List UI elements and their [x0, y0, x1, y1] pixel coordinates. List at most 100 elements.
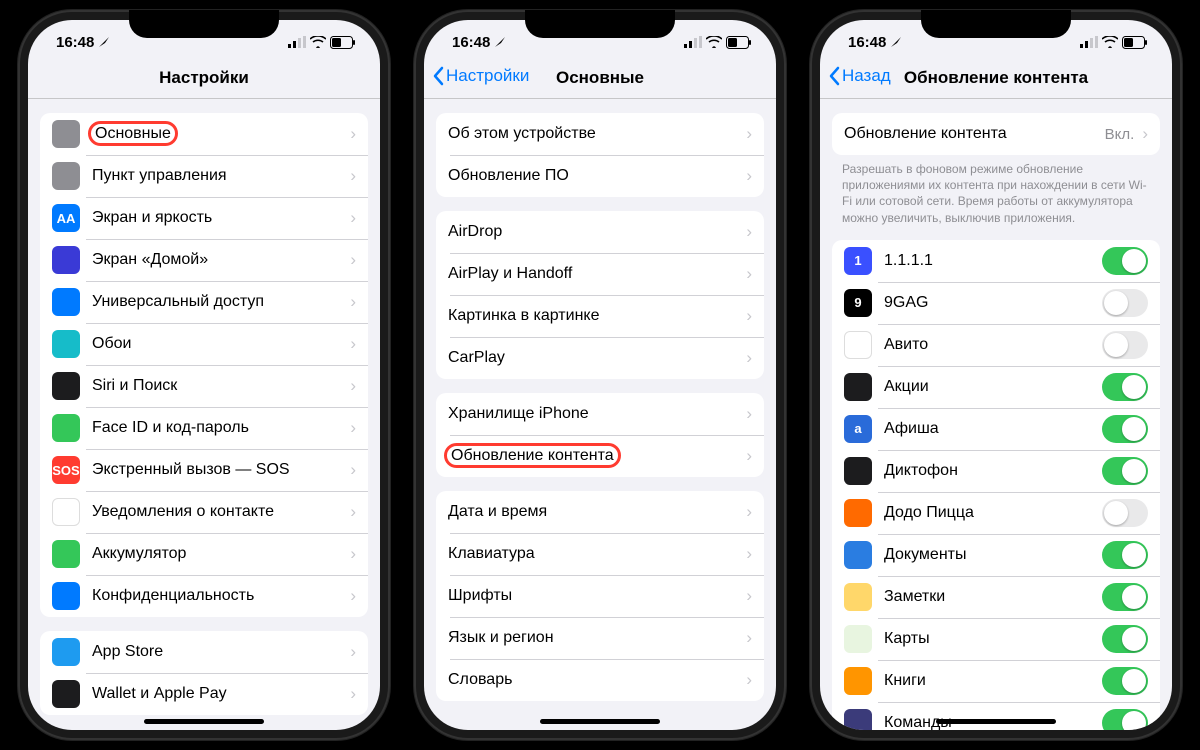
settings-row[interactable]: AAЭкран и яркость›	[40, 197, 368, 239]
app-icon	[52, 120, 80, 148]
settings-row[interactable]: Пункт управления›	[40, 155, 368, 197]
settings-row[interactable]: Обои›	[40, 323, 368, 365]
notch	[129, 10, 279, 38]
app-icon	[844, 541, 872, 569]
settings-row[interactable]: Аккумулятор›	[40, 533, 368, 575]
status-time: 16:48	[452, 34, 490, 51]
notch	[921, 10, 1071, 38]
settings-row[interactable]: AirDrop›	[436, 211, 764, 253]
app-toggle-row: Авито	[832, 324, 1160, 366]
settings-row[interactable]: Дата и время›	[436, 491, 764, 533]
toggle-switch[interactable]	[1102, 625, 1148, 653]
settings-row[interactable]: Язык и регион›	[436, 617, 764, 659]
home-indicator[interactable]	[540, 719, 660, 724]
settings-row[interactable]: Клавиатура›	[436, 533, 764, 575]
row-label: Язык и регион	[448, 629, 742, 647]
toggle-switch[interactable]	[1102, 667, 1148, 695]
chevron-left-icon	[828, 66, 840, 86]
app-icon: 1	[844, 247, 872, 275]
chevron-right-icon: ›	[746, 264, 752, 284]
row-value: Вкл.	[1105, 126, 1135, 143]
screen-settings: 16:48 Настройки Основные›Пункт управлени…	[28, 20, 380, 730]
screen-general: 16:48 Настройки Основные Об этом устройс…	[424, 20, 776, 730]
phone-frame-2: 16:48 Настройки Основные Об этом устройс…	[414, 10, 786, 740]
home-indicator[interactable]	[936, 719, 1056, 724]
toggle-switch[interactable]	[1102, 457, 1148, 485]
battery-icon	[330, 36, 356, 49]
app-toggle-row: Книги	[832, 660, 1160, 702]
toggle-switch[interactable]	[1102, 373, 1148, 401]
back-button[interactable]: Назад	[828, 66, 891, 86]
chevron-right-icon: ›	[746, 166, 752, 186]
chevron-right-icon: ›	[746, 306, 752, 326]
chevron-right-icon: ›	[746, 404, 752, 424]
row-refresh-master[interactable]: Обновление контента Вкл. ›	[832, 113, 1160, 155]
chevron-right-icon: ›	[350, 684, 356, 704]
app-icon	[52, 162, 80, 190]
location-icon	[890, 36, 902, 48]
row-label: Обновление контента	[448, 447, 742, 465]
toggle-switch[interactable]	[1102, 499, 1148, 527]
toggle-switch[interactable]	[1102, 247, 1148, 275]
settings-row[interactable]: CarPlay›	[436, 337, 764, 379]
refresh-apps-group: 11.1.1.199GAGАвитоАкцииaАфишаДиктофонДод…	[832, 240, 1160, 730]
app-toggle-row: Додо Пицца	[832, 492, 1160, 534]
settings-row[interactable]: Wallet и Apple Pay›	[40, 673, 368, 715]
app-icon: a	[844, 415, 872, 443]
settings-row[interactable]: Основные›	[40, 113, 368, 155]
settings-scroll[interactable]: Основные›Пункт управления›AAЭкран и ярко…	[28, 99, 380, 730]
settings-row[interactable]: Об этом устройстве›	[436, 113, 764, 155]
row-label: Конфиденциальность	[92, 587, 346, 605]
row-label: Wallet и Apple Pay	[92, 685, 346, 703]
battery-icon	[726, 36, 752, 49]
phone-frame-1: 16:48 Настройки Основные›Пункт управлени…	[18, 10, 390, 740]
row-label: Шрифты	[448, 587, 742, 605]
nav-bar: Настройки	[28, 64, 380, 99]
app-icon	[844, 583, 872, 611]
chevron-right-icon: ›	[350, 586, 356, 606]
settings-row[interactable]: Универсальный доступ›	[40, 281, 368, 323]
settings-row[interactable]: Конфиденциальность›	[40, 575, 368, 617]
toggle-switch[interactable]	[1102, 289, 1148, 317]
toggle-switch[interactable]	[1102, 709, 1148, 730]
toggle-switch[interactable]	[1102, 583, 1148, 611]
row-label: Siri и Поиск	[92, 377, 346, 395]
settings-row[interactable]: Экран «Домой»›	[40, 239, 368, 281]
location-icon	[98, 36, 110, 48]
highlight-ring: Основные	[88, 121, 178, 146]
settings-row[interactable]: Face ID и код-пароль›	[40, 407, 368, 449]
settings-row[interactable]: Уведомления о контакте›	[40, 491, 368, 533]
home-indicator[interactable]	[144, 719, 264, 724]
settings-row[interactable]: AirPlay и Handoff›	[436, 253, 764, 295]
toggle-switch[interactable]	[1102, 331, 1148, 359]
settings-row[interactable]: Картинка в картинке›	[436, 295, 764, 337]
app-icon: 9	[844, 289, 872, 317]
settings-row[interactable]: Siri и Поиск›	[40, 365, 368, 407]
toggle-switch[interactable]	[1102, 541, 1148, 569]
toggle-switch[interactable]	[1102, 415, 1148, 443]
back-button[interactable]: Настройки	[432, 66, 529, 86]
settings-row[interactable]: Обновление контента›	[436, 435, 764, 477]
status-icons	[684, 36, 752, 49]
wifi-icon	[310, 36, 326, 48]
settings-row[interactable]: SOSЭкстренный вызов — SOS›	[40, 449, 368, 491]
row-label: AirPlay и Handoff	[448, 265, 742, 283]
app-icon	[52, 680, 80, 708]
general-scroll[interactable]: Об этом устройстве›Обновление ПО› AirDro…	[424, 99, 776, 730]
settings-row[interactable]: Обновление ПО›	[436, 155, 764, 197]
app-icon: AA	[52, 204, 80, 232]
back-label: Назад	[842, 66, 891, 86]
app-icon	[844, 331, 872, 359]
settings-row[interactable]: App Store›	[40, 631, 368, 673]
settings-row[interactable]: Хранилище iPhone›	[436, 393, 764, 435]
settings-row[interactable]: Словарь›	[436, 659, 764, 701]
nav-title: Настройки	[40, 68, 368, 88]
general-group-2: AirDrop›AirPlay и Handoff›Картинка в кар…	[436, 211, 764, 379]
refresh-scroll[interactable]: Обновление контента Вкл. › Разрешать в ф…	[820, 99, 1172, 730]
app-icon	[52, 498, 80, 526]
settings-group-store: App Store›Wallet и Apple Pay›	[40, 631, 368, 715]
chevron-right-icon: ›	[746, 586, 752, 606]
settings-row[interactable]: Шрифты›	[436, 575, 764, 617]
app-icon	[52, 246, 80, 274]
general-group-1: Об этом устройстве›Обновление ПО›	[436, 113, 764, 197]
